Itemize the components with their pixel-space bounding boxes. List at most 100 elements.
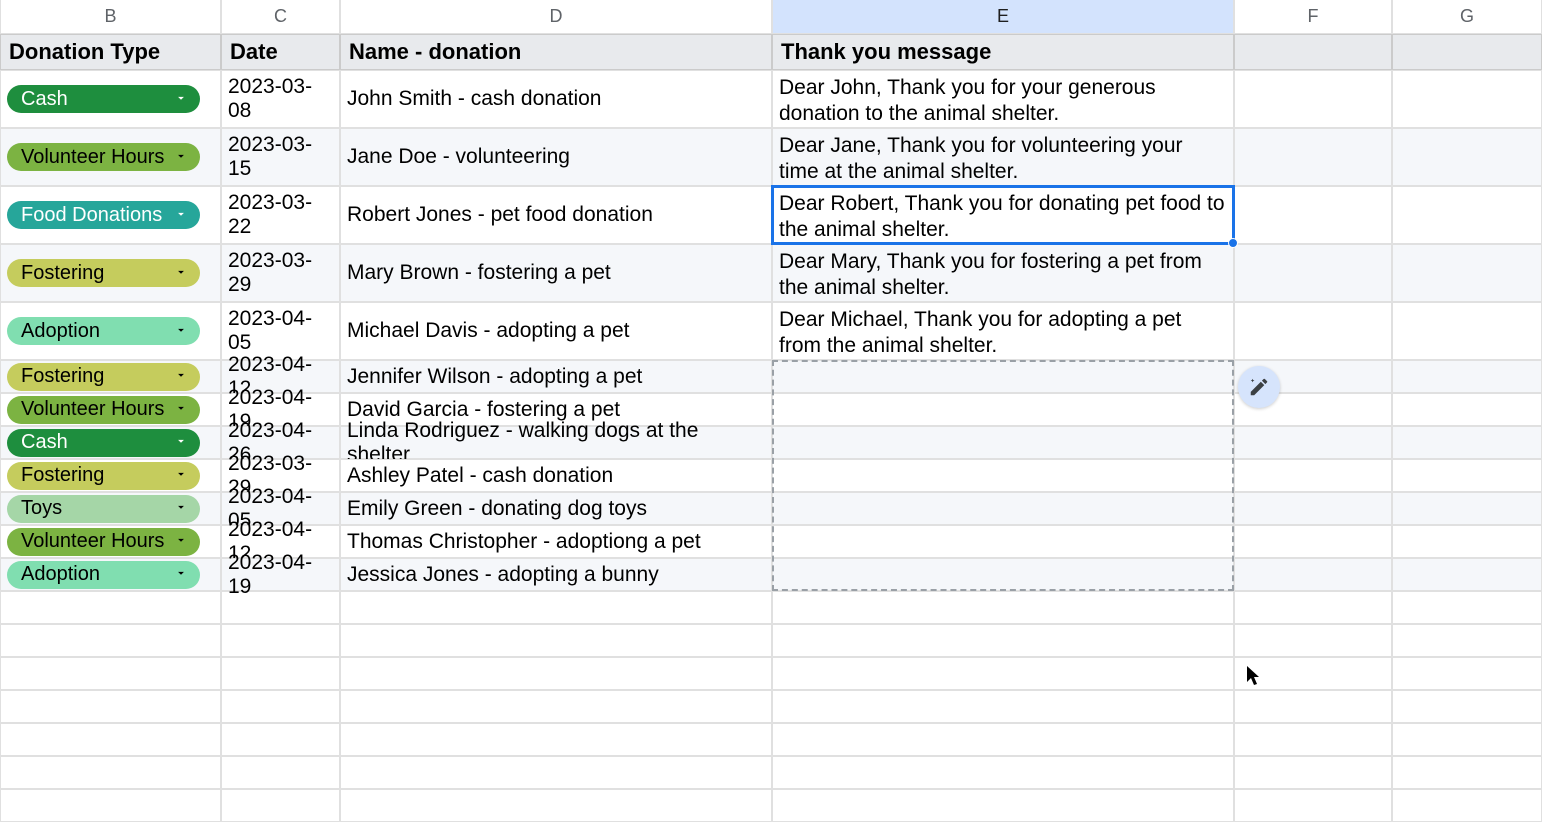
donation-type-cell[interactable]: Toys bbox=[0, 492, 221, 525]
empty-cell[interactable] bbox=[772, 591, 1234, 624]
empty-cell[interactable] bbox=[1234, 70, 1392, 128]
empty-cell[interactable] bbox=[1392, 360, 1542, 393]
empty-cell[interactable] bbox=[1234, 756, 1392, 789]
donation-type-dropdown[interactable]: Fostering bbox=[7, 363, 200, 391]
empty-cell[interactable] bbox=[1234, 186, 1392, 244]
empty-cell[interactable] bbox=[1234, 591, 1392, 624]
header-empty[interactable] bbox=[1392, 34, 1542, 70]
empty-cell[interactable] bbox=[1234, 690, 1392, 723]
empty-cell[interactable] bbox=[1392, 525, 1542, 558]
donation-type-cell[interactable]: Cash bbox=[0, 426, 221, 459]
empty-cell[interactable] bbox=[1234, 525, 1392, 558]
donation-type-cell[interactable]: Cash bbox=[0, 70, 221, 128]
donation-type-cell[interactable]: Volunteer Hours bbox=[0, 393, 221, 426]
empty-cell[interactable] bbox=[221, 690, 340, 723]
donation-type-cell[interactable]: Volunteer Hours bbox=[0, 525, 221, 558]
date-cell[interactable]: 2023-04-05 bbox=[221, 302, 340, 360]
donation-type-dropdown[interactable]: Adoption bbox=[7, 317, 200, 345]
date-cell[interactable]: 2023-03-29 bbox=[221, 244, 340, 302]
empty-cell[interactable] bbox=[1392, 591, 1542, 624]
empty-cell[interactable] bbox=[772, 690, 1234, 723]
column-header-G[interactable]: G bbox=[1392, 0, 1542, 34]
donation-type-dropdown[interactable]: Toys bbox=[7, 495, 200, 523]
header-name---donation[interactable]: Name - donation bbox=[340, 34, 772, 70]
header-empty[interactable] bbox=[1234, 34, 1392, 70]
donation-type-cell[interactable]: Volunteer Hours bbox=[0, 128, 221, 186]
empty-cell[interactable] bbox=[1392, 244, 1542, 302]
thank-you-message-cell[interactable] bbox=[772, 360, 1234, 393]
empty-cell[interactable] bbox=[1392, 426, 1542, 459]
date-cell[interactable]: 2023-03-08 bbox=[221, 70, 340, 128]
empty-cell[interactable] bbox=[0, 690, 221, 723]
name-donation-cell[interactable]: Jennifer Wilson - adopting a pet bbox=[340, 360, 772, 393]
empty-cell[interactable] bbox=[1392, 558, 1542, 591]
empty-cell[interactable] bbox=[0, 756, 221, 789]
name-donation-cell[interactable]: Jessica Jones - adopting a bunny bbox=[340, 558, 772, 591]
empty-cell[interactable] bbox=[340, 657, 772, 690]
empty-cell[interactable] bbox=[1392, 393, 1542, 426]
thank-you-message-cell[interactable]: Dear Robert, Thank you for donating pet … bbox=[772, 186, 1234, 244]
empty-cell[interactable] bbox=[1234, 492, 1392, 525]
date-cell[interactable]: 2023-04-19 bbox=[221, 558, 340, 591]
empty-cell[interactable] bbox=[340, 756, 772, 789]
empty-cell[interactable] bbox=[0, 789, 221, 822]
thank-you-message-cell[interactable]: Dear Michael, Thank you for adopting a p… bbox=[772, 302, 1234, 360]
empty-cell[interactable] bbox=[1392, 302, 1542, 360]
empty-cell[interactable] bbox=[772, 756, 1234, 789]
column-header-E[interactable]: E bbox=[772, 0, 1234, 34]
column-header-D[interactable]: D bbox=[340, 0, 772, 34]
empty-cell[interactable] bbox=[340, 690, 772, 723]
empty-cell[interactable] bbox=[221, 624, 340, 657]
empty-cell[interactable] bbox=[772, 657, 1234, 690]
donation-type-cell[interactable]: Food Donations bbox=[0, 186, 221, 244]
empty-cell[interactable] bbox=[340, 591, 772, 624]
empty-cell[interactable] bbox=[221, 723, 340, 756]
donation-type-cell[interactable]: Adoption bbox=[0, 302, 221, 360]
header-donation-type[interactable]: Donation Type bbox=[0, 34, 221, 70]
name-donation-cell[interactable]: Jane Doe - volunteering bbox=[340, 128, 772, 186]
donation-type-dropdown[interactable]: Volunteer Hours bbox=[7, 528, 200, 556]
empty-cell[interactable] bbox=[1234, 244, 1392, 302]
name-donation-cell[interactable]: Linda Rodriguez - walking dogs at the sh… bbox=[340, 426, 772, 459]
donation-type-cell[interactable]: Adoption bbox=[0, 558, 221, 591]
column-header-C[interactable]: C bbox=[221, 0, 340, 34]
donation-type-dropdown[interactable]: Cash bbox=[7, 85, 200, 113]
thank-you-message-cell[interactable]: Dear John, Thank you for your generous d… bbox=[772, 70, 1234, 128]
header-date[interactable]: Date bbox=[221, 34, 340, 70]
column-header-F[interactable]: F bbox=[1234, 0, 1392, 34]
thank-you-message-cell[interactable] bbox=[772, 459, 1234, 492]
thank-you-message-cell[interactable] bbox=[772, 393, 1234, 426]
column-header-B[interactable]: B bbox=[0, 0, 221, 34]
empty-cell[interactable] bbox=[772, 723, 1234, 756]
thank-you-message-cell[interactable]: Dear Mary, Thank you for fostering a pet… bbox=[772, 244, 1234, 302]
date-cell[interactable]: 2023-03-15 bbox=[221, 128, 340, 186]
empty-cell[interactable] bbox=[1234, 128, 1392, 186]
empty-cell[interactable] bbox=[1392, 492, 1542, 525]
empty-cell[interactable] bbox=[221, 657, 340, 690]
empty-cell[interactable] bbox=[0, 591, 221, 624]
donation-type-dropdown[interactable]: Cash bbox=[7, 429, 200, 457]
empty-cell[interactable] bbox=[1234, 302, 1392, 360]
empty-cell[interactable] bbox=[772, 624, 1234, 657]
name-donation-cell[interactable]: Emily Green - donating dog toys bbox=[340, 492, 772, 525]
empty-cell[interactable] bbox=[1234, 426, 1392, 459]
empty-cell[interactable] bbox=[1392, 70, 1542, 128]
empty-cell[interactable] bbox=[0, 723, 221, 756]
empty-cell[interactable] bbox=[1234, 789, 1392, 822]
thank-you-message-cell[interactable]: Dear Jane, Thank you for volunteering yo… bbox=[772, 128, 1234, 186]
empty-cell[interactable] bbox=[1234, 459, 1392, 492]
empty-cell[interactable] bbox=[1392, 723, 1542, 756]
donation-type-cell[interactable]: Fostering bbox=[0, 244, 221, 302]
name-donation-cell[interactable]: Ashley Patel - cash donation bbox=[340, 459, 772, 492]
name-donation-cell[interactable]: Mary Brown - fostering a pet bbox=[340, 244, 772, 302]
donation-type-dropdown[interactable]: Fostering bbox=[7, 462, 200, 490]
empty-cell[interactable] bbox=[0, 657, 221, 690]
empty-cell[interactable] bbox=[340, 723, 772, 756]
fill-handle[interactable] bbox=[1228, 238, 1238, 248]
name-donation-cell[interactable]: Thomas Christopher - adoptiong a pet bbox=[340, 525, 772, 558]
donation-type-dropdown[interactable]: Food Donations bbox=[7, 201, 200, 229]
donation-type-dropdown[interactable]: Adoption bbox=[7, 561, 200, 589]
empty-cell[interactable] bbox=[340, 789, 772, 822]
name-donation-cell[interactable]: Robert Jones - pet food donation bbox=[340, 186, 772, 244]
empty-cell[interactable] bbox=[1392, 459, 1542, 492]
